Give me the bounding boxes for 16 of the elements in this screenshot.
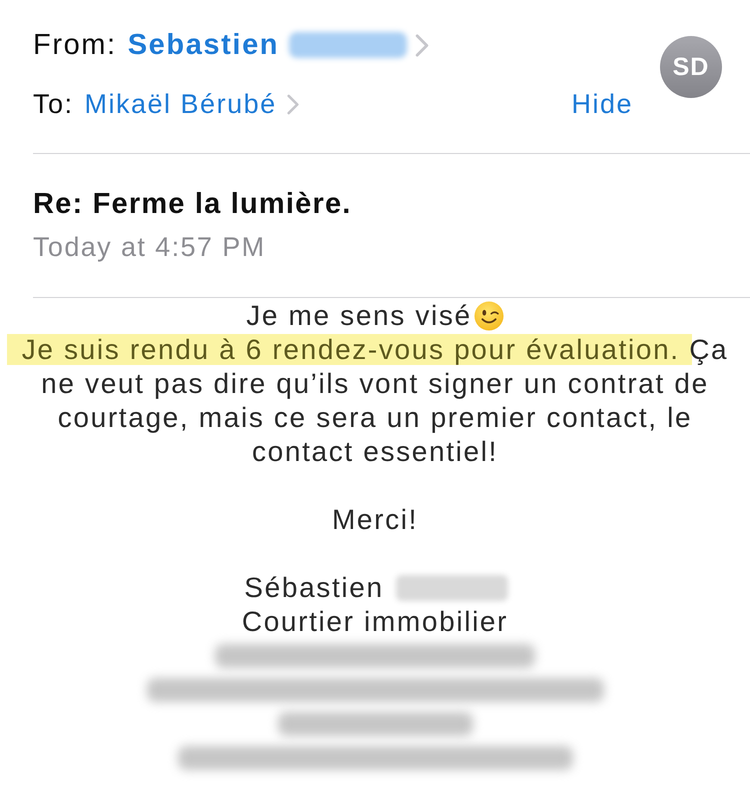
email-date: Today at 4:57 PM [33, 231, 267, 264]
chevron-right-icon [286, 94, 299, 114]
winking-face-icon [474, 301, 504, 331]
signature-title: Courtier immobilier [240, 605, 510, 639]
body-paragraph: Je suis rendu à 6 rendez-vous pour évaluation. Ça ne veut pas dire qu’ils vont signer un contrat de courtage, mais ce sera un premier contact, le contact essentiel! [20, 333, 730, 469]
chevron-right-icon [415, 34, 430, 56]
body-text: Je me sens visé [246, 299, 472, 333]
recipient-name[interactable]: Mikaël Bérubé [84, 88, 277, 120]
hide-button[interactable]: Hide [571, 88, 633, 120]
signature-name: Sébastien [244, 571, 384, 605]
email-subject: Re: Ferme la lumière. [33, 187, 353, 222]
to-label: To: [33, 88, 74, 120]
from-label: From: [33, 28, 117, 62]
closing-text: Merci! [330, 503, 420, 537]
sender-name[interactable]: Sebastien [128, 28, 280, 62]
contact-avatar[interactable]: SD [660, 36, 722, 98]
